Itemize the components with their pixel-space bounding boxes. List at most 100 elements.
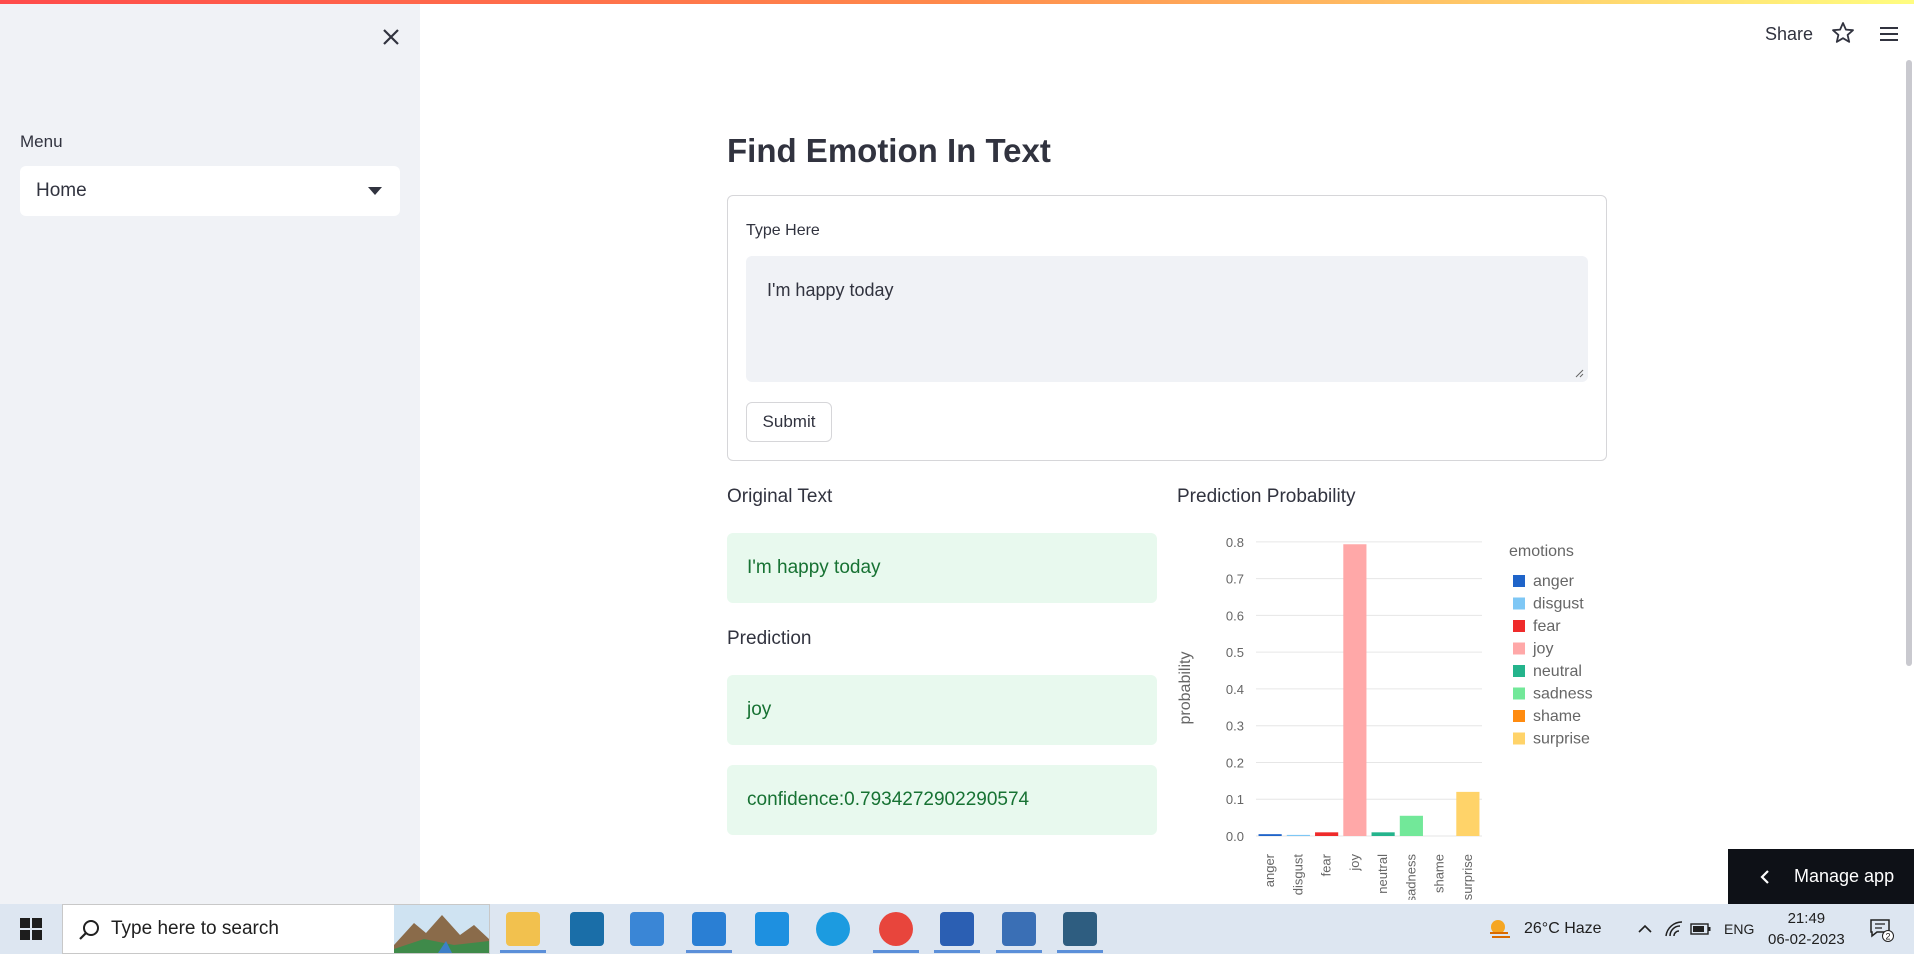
manage-app-label: Manage app xyxy=(1794,866,1895,886)
mail-icon[interactable] xyxy=(630,912,664,946)
search-highlight-image xyxy=(394,905,489,953)
y-tick-label: 0.5 xyxy=(1226,645,1244,660)
confidence-value: confidence:0.7934272902290574 xyxy=(747,789,1030,810)
submit-button[interactable]: Submit xyxy=(746,402,832,442)
legend-swatch-surprise xyxy=(1513,732,1525,745)
clock-time: 21:49 xyxy=(1787,910,1826,927)
share-button[interactable]: Share xyxy=(1765,24,1813,45)
weather-text: 26°C Haze xyxy=(1524,920,1602,937)
clock[interactable]: 21:49 06-02-2023 xyxy=(1768,908,1845,950)
taskbar-search-input[interactable]: Type here to search xyxy=(62,904,490,954)
resize-handle-icon[interactable] xyxy=(1574,368,1584,378)
legend-swatch-shame xyxy=(1513,710,1525,722)
y-tick-label: 0.8 xyxy=(1226,535,1244,550)
original-text-heading: Original Text xyxy=(727,486,833,507)
page-title: Find Emotion In Text xyxy=(727,132,1051,169)
scrollbar[interactable] xyxy=(1906,60,1912,666)
menu-label: Menu xyxy=(20,132,63,151)
emotion-form: Type Here I'm happy today Submit xyxy=(727,195,1607,461)
vscode-icon[interactable] xyxy=(692,912,726,946)
word-icon[interactable] xyxy=(940,912,974,946)
legend-label-fear: fear xyxy=(1533,618,1561,635)
notification-icon[interactable]: 2 xyxy=(1868,904,1894,954)
menu-selected-value: Home xyxy=(36,180,87,201)
text-input-value: I'm happy today xyxy=(767,280,894,300)
bar-neutral xyxy=(1371,832,1395,836)
bar-fear xyxy=(1315,832,1339,836)
prediction-heading: Prediction xyxy=(727,628,812,649)
legend-swatch-anger xyxy=(1513,575,1525,587)
legend-label-anger: anger xyxy=(1533,573,1575,590)
hamburger-menu-icon[interactable] xyxy=(1876,22,1902,46)
y-axis-label: probability xyxy=(1177,652,1194,725)
language-indicator[interactable]: ENG xyxy=(1724,904,1754,954)
show-hidden-icons-chevron-up-icon[interactable] xyxy=(1636,904,1654,954)
weather-widget[interactable]: 26°C Haze xyxy=(1486,904,1602,954)
star-icon[interactable] xyxy=(1830,20,1856,46)
legend-swatch-fear xyxy=(1513,620,1525,632)
notification-count: 2 xyxy=(1885,932,1890,942)
legend-label-shame: shame xyxy=(1533,708,1581,725)
x-tick-label: fear xyxy=(1319,853,1334,876)
form-label: Type Here xyxy=(746,222,820,239)
active-indicator xyxy=(873,950,919,953)
active-indicator xyxy=(1057,950,1103,953)
haze-weather-icon xyxy=(1490,920,1510,938)
search-icon xyxy=(79,920,99,940)
y-tick-label: 0.3 xyxy=(1226,719,1244,734)
chevron-left-icon xyxy=(1760,869,1769,884)
taskbar-search-placeholder: Type here to search xyxy=(111,918,279,939)
legend-swatch-disgust xyxy=(1513,597,1525,610)
legend-label-surprise: surprise xyxy=(1533,731,1590,748)
probability-chart: 0.0 0.1 0.2 0.3 0.4 0.5 0.6 0.7 0.8 probability an… xyxy=(1177,535,1593,900)
chrome-icon[interactable] xyxy=(879,912,913,946)
legend-label-sadness: sadness xyxy=(1533,686,1593,703)
legend-swatch-neutral xyxy=(1513,665,1525,677)
original-text-value: I'm happy today xyxy=(747,557,881,578)
y-tick-label: 0.4 xyxy=(1226,682,1244,697)
prediction-box: joy xyxy=(727,675,1157,745)
active-indicator xyxy=(996,950,1042,953)
mysql-workbench-icon[interactable] xyxy=(1063,912,1097,946)
bar-anger xyxy=(1258,834,1282,836)
y-tick-label: 0.2 xyxy=(1226,755,1244,770)
file-explorer-icon[interactable] xyxy=(506,912,540,946)
close-sidebar-icon[interactable] xyxy=(378,24,404,50)
active-indicator xyxy=(686,950,732,953)
active-indicator xyxy=(934,950,980,953)
x-tick-label: joy xyxy=(1347,854,1362,872)
chart-heading: Prediction Probability xyxy=(1177,486,1356,507)
manage-app-button[interactable]: Manage app xyxy=(1728,849,1914,904)
legend-swatch-joy xyxy=(1513,642,1525,655)
y-tick-label: 0.6 xyxy=(1226,608,1244,623)
legend-label-disgust: disgust xyxy=(1533,596,1584,613)
legend-label-neutral: neutral xyxy=(1533,663,1582,680)
x-tick-label: surprise xyxy=(1460,854,1475,900)
legend-label-joy: joy xyxy=(1532,641,1553,658)
clock-date: 06-02-2023 xyxy=(1768,931,1845,948)
windows-start-icon[interactable] xyxy=(10,904,52,954)
bar-disgust xyxy=(1286,834,1310,836)
text-input[interactable]: I'm happy today xyxy=(746,256,1588,382)
phone-link-icon[interactable] xyxy=(755,912,789,946)
y-tick-label: 0.1 xyxy=(1226,792,1244,807)
dell-app-icon[interactable] xyxy=(570,912,604,946)
x-tick-label: neutral xyxy=(1375,854,1390,894)
x-tick-label: shame xyxy=(1432,854,1447,893)
confidence-box: confidence:0.7934272902290574 xyxy=(727,765,1157,835)
wifi-icon[interactable] xyxy=(1664,904,1684,954)
x-tick-label: disgust xyxy=(1290,854,1305,896)
battery-icon[interactable] xyxy=(1690,904,1712,954)
menu-select[interactable]: Home xyxy=(20,166,400,216)
y-tick-label: 0.0 xyxy=(1226,829,1244,844)
bar-sadness xyxy=(1399,815,1423,836)
legend-title: emotions xyxy=(1509,543,1574,560)
active-indicator xyxy=(500,950,546,953)
legend-swatch-sadness xyxy=(1513,687,1525,700)
edge-icon[interactable] xyxy=(816,912,850,946)
calculator-icon[interactable] xyxy=(1002,912,1036,946)
x-tick-label: sadness xyxy=(1403,854,1418,900)
x-tick-label: anger xyxy=(1262,853,1277,887)
prediction-value: joy xyxy=(747,699,772,720)
taskbar: Type here to search 26°C Haze ENG 21:49 … xyxy=(0,904,1914,954)
